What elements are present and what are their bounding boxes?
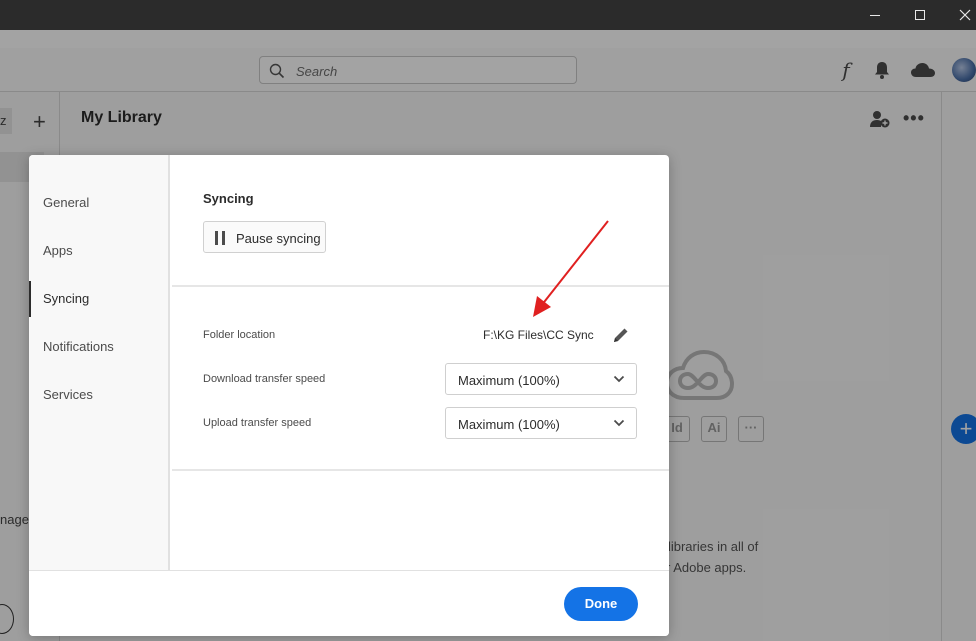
preferences-content: Syncing Pause syncing Folder location F:… <box>172 155 669 570</box>
minimize-button[interactable] <box>852 0 898 30</box>
edit-icon <box>614 328 628 342</box>
edit-folder-button[interactable] <box>612 326 630 349</box>
upload-speed-select[interactable]: Maximum (100%) <box>445 407 637 439</box>
maximize-icon <box>915 10 925 20</box>
download-speed-select[interactable]: Maximum (100%) <box>445 363 637 395</box>
folder-location-value: F:\KG Files\CC Sync <box>483 328 594 342</box>
nav-item-apps[interactable]: Apps <box>29 233 168 269</box>
maximize-button[interactable] <box>897 0 943 30</box>
dialog-footer: Done <box>29 570 669 636</box>
nav-item-notifications[interactable]: Notifications <box>29 329 168 365</box>
minimize-icon <box>870 14 880 16</box>
download-speed-value: Maximum (100%) <box>458 373 560 388</box>
section-title: Syncing <box>203 191 254 206</box>
nav-item-syncing[interactable]: Syncing <box>29 281 168 317</box>
pause-syncing-button[interactable]: Pause syncing <box>203 221 326 253</box>
pause-syncing-label: Pause syncing <box>236 231 321 246</box>
nav-item-services[interactable]: Services <box>29 377 168 413</box>
chevron-down-icon <box>613 419 625 427</box>
folder-location-label: Folder location <box>203 329 276 341</box>
section-divider <box>172 285 669 287</box>
window-titlebar <box>0 0 976 30</box>
preferences-nav: General Apps Syncing Notifications Servi… <box>29 155 170 570</box>
upload-speed-label: Upload transfer speed <box>203 417 312 429</box>
pause-icon <box>215 231 225 245</box>
nav-item-general[interactable]: General <box>29 185 168 221</box>
upload-speed-value: Maximum (100%) <box>458 417 560 432</box>
section-divider <box>172 469 669 471</box>
close-icon <box>959 9 971 21</box>
preferences-dialog: General Apps Syncing Notifications Servi… <box>29 155 669 636</box>
download-speed-label: Download transfer speed <box>203 373 326 385</box>
close-window-button[interactable] <box>942 0 976 30</box>
chevron-down-icon <box>613 375 625 383</box>
done-button[interactable]: Done <box>564 587 638 621</box>
